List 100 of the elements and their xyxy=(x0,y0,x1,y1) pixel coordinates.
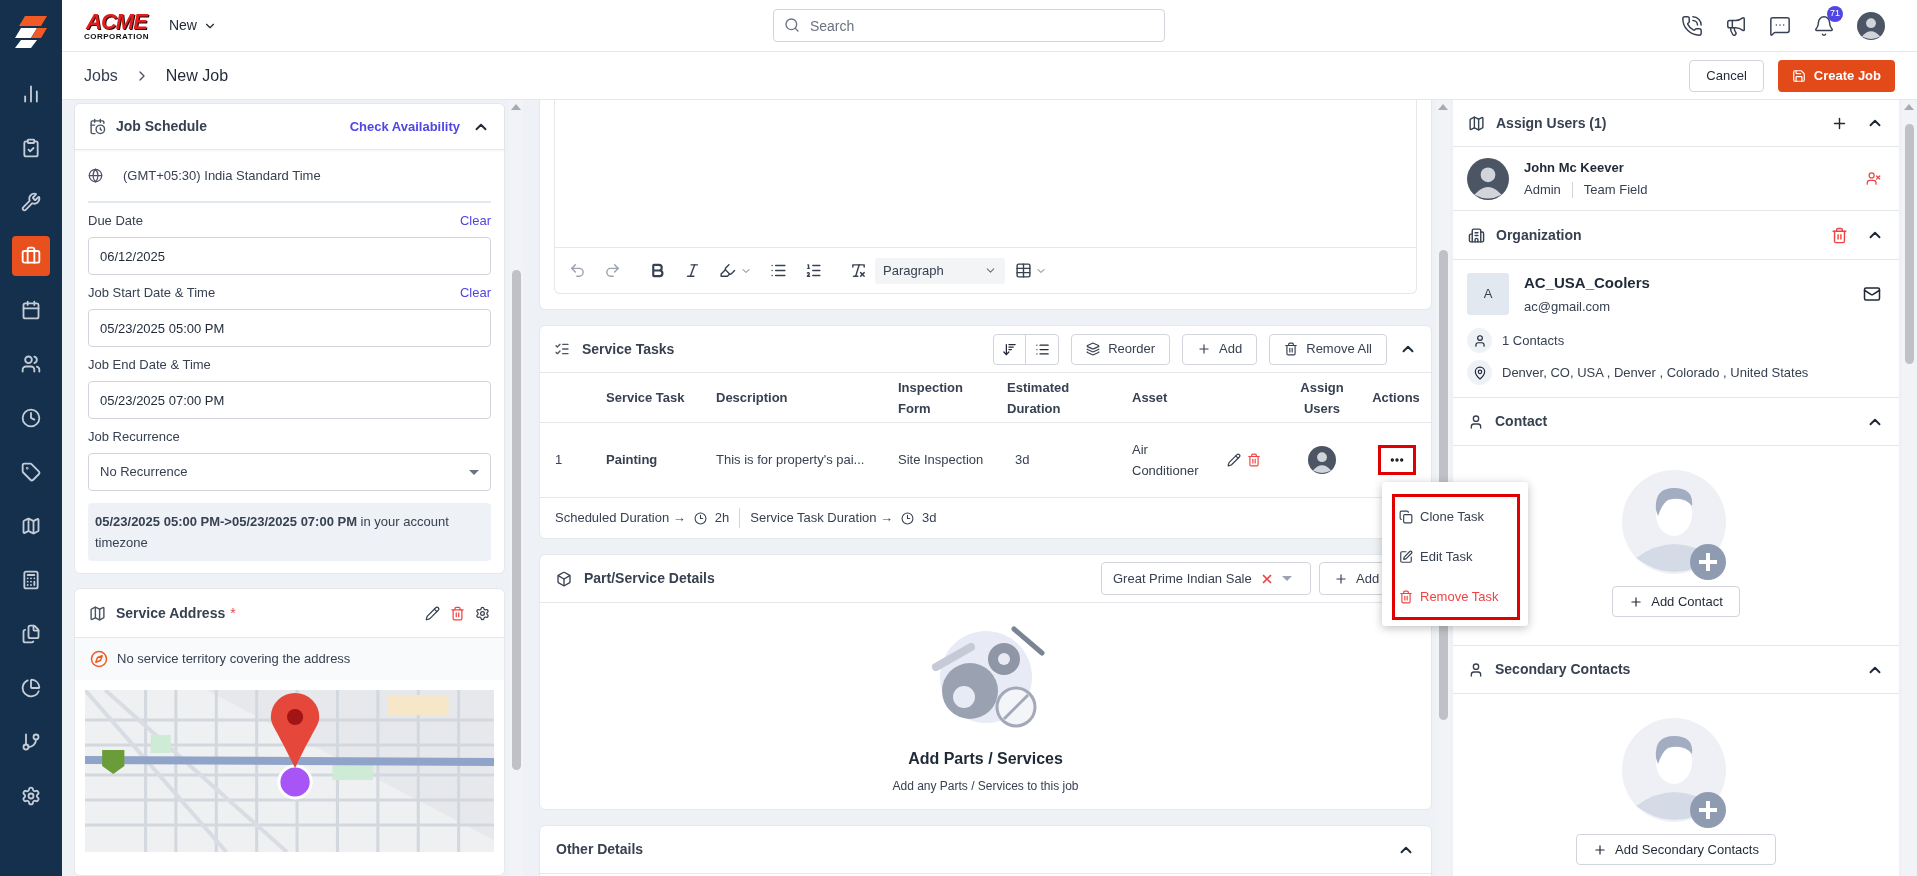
duration-label: Scheduled Duration → xyxy=(555,509,686,528)
toolbar-button[interactable]: Remove All xyxy=(1269,333,1387,365)
table-cell-text: Air Conditioner xyxy=(1132,441,1200,480)
section-title: Secondary Contacts xyxy=(1495,660,1631,679)
bold-icon[interactable] xyxy=(649,262,666,279)
brand-logo[interactable]: ACME CORPORATION xyxy=(84,10,149,41)
compass-icon xyxy=(90,650,108,668)
table-cell-text: Site Inspection xyxy=(898,451,985,470)
clock-icon xyxy=(693,511,707,525)
cancel-button[interactable]: Cancel xyxy=(1689,59,1764,92)
card-title: Service Address xyxy=(116,603,226,623)
column-header: Description xyxy=(716,389,789,407)
contacts-count: 1 Contacts xyxy=(1502,331,1565,350)
phone-icon[interactable] xyxy=(1681,14,1703,37)
field-label: Job Start Date & Time xyxy=(88,284,216,303)
schedule-summary: 05/23/2025 05:00 PM->05/23/2025 07:00 PM in your account timezone xyxy=(88,503,491,561)
field-label: Job Recurrence xyxy=(88,428,180,447)
remove-user-icon[interactable] xyxy=(1866,171,1881,186)
sort-icon xyxy=(1002,341,1018,357)
date-field[interactable]: 05/23/2025 07:00 PM xyxy=(88,381,491,419)
italic-icon[interactable] xyxy=(684,262,701,279)
map-icon xyxy=(1468,114,1485,132)
user-icon xyxy=(1468,413,1484,430)
clear-format-icon[interactable] xyxy=(850,262,867,279)
save-icon xyxy=(1791,68,1806,83)
plus-icon xyxy=(1629,594,1644,609)
avatar xyxy=(1308,446,1336,474)
user-role: Admin xyxy=(1524,181,1561,199)
new-menu[interactable]: New xyxy=(168,15,217,36)
settings-icon xyxy=(21,786,41,806)
plus-icon xyxy=(1593,842,1608,857)
nav-item[interactable] xyxy=(12,236,50,276)
clear-link[interactable]: Clear xyxy=(459,211,491,231)
breadcrumb-current: New Job xyxy=(165,65,229,86)
branch-icon xyxy=(21,732,41,752)
plus-icon xyxy=(1197,342,1212,356)
create-job-button[interactable]: Create Job xyxy=(1777,59,1895,92)
tools-icon xyxy=(21,192,41,212)
date-field[interactable]: 06/12/2025 xyxy=(88,237,491,275)
numbered-list-icon[interactable] xyxy=(805,262,822,279)
search-field[interactable]: Search xyxy=(772,9,1165,42)
mail-icon[interactable] xyxy=(1863,285,1881,303)
required-mark: * xyxy=(230,603,236,623)
recurrence-select[interactable]: No Recurrence xyxy=(88,453,491,491)
notification-badge: 71 xyxy=(1827,5,1843,22)
delete-icon[interactable] xyxy=(1831,226,1848,244)
section-title: Contact xyxy=(1495,412,1548,431)
column-header: Service Task xyxy=(606,389,686,407)
dropdown-caret-icon xyxy=(469,469,479,475)
card-title: Job Schedule xyxy=(116,117,208,136)
calendar-icon xyxy=(21,300,41,320)
highlight-tool[interactable] xyxy=(719,262,752,279)
tag-icon xyxy=(21,462,41,482)
settings-icon[interactable] xyxy=(475,605,490,621)
menu-item[interactable]: Clone Task xyxy=(1395,497,1517,537)
date-field[interactable]: 05/23/2025 05:00 PM xyxy=(88,309,491,347)
table-cell-text: Painting xyxy=(606,451,659,470)
column-header: Inspection Form xyxy=(898,378,964,418)
delete-icon[interactable] xyxy=(1247,453,1261,467)
add-contact-button[interactable]: Add Contact xyxy=(1612,586,1740,617)
trash-icon xyxy=(1399,590,1413,604)
trash-icon xyxy=(1284,342,1299,356)
toolbar-button[interactable]: Add xyxy=(1182,333,1258,365)
clear-link[interactable]: Clear xyxy=(459,283,491,303)
bullet-list-icon[interactable] xyxy=(770,262,787,279)
table-cell-text: 1 xyxy=(554,451,564,470)
app-logo[interactable] xyxy=(13,14,49,50)
plus-icon xyxy=(1334,571,1348,586)
highlighter-icon xyxy=(719,262,736,279)
megaphone-icon[interactable] xyxy=(1725,14,1747,37)
notification-icon[interactable] xyxy=(1813,14,1835,37)
delete-icon[interactable] xyxy=(450,605,465,621)
duration-value: 2h xyxy=(714,509,730,528)
chat-icon[interactable] xyxy=(1769,14,1791,37)
briefcase-icon xyxy=(21,246,41,266)
map-icon xyxy=(21,516,41,536)
check-availability-link[interactable]: Check Availability xyxy=(349,116,460,137)
add-contact-button[interactable]: Add Secondary Contacts xyxy=(1576,834,1776,865)
breadcrumb-link[interactable]: Jobs xyxy=(84,63,118,88)
chart-icon xyxy=(21,84,41,104)
organization-address: Denver, CO, USA , Denver , Colorado , United States xyxy=(1502,363,1809,382)
edit-icon[interactable] xyxy=(1227,453,1241,467)
files-icon xyxy=(21,624,41,644)
column-header: Estimated Duration xyxy=(1007,378,1071,418)
toolbar-button[interactable]: Reorder xyxy=(1071,333,1171,365)
column-header: Asset xyxy=(1132,389,1169,407)
duration-label: Service Task Duration → xyxy=(750,509,894,528)
pie-chart-icon xyxy=(21,678,41,698)
organization-email: ac@gmail.com xyxy=(1524,297,1612,316)
timezone-text: (GMT+05:30) India Standard Time xyxy=(123,166,321,185)
more-actions-button[interactable] xyxy=(1378,445,1416,475)
brand-subtitle: CORPORATION xyxy=(84,32,149,41)
organization-avatar: A xyxy=(1467,273,1509,315)
rich-text-editor[interactable]: Paragraph xyxy=(554,100,1417,294)
price-list-select[interactable]: Great Prime Indian Sale xyxy=(1101,562,1311,595)
table-tool[interactable] xyxy=(1015,262,1047,279)
block-format-select[interactable]: Paragraph xyxy=(875,257,1005,284)
building-icon xyxy=(1468,226,1485,244)
edit-icon[interactable] xyxy=(425,605,440,621)
territory-notice: No service territory covering the address xyxy=(75,638,504,680)
